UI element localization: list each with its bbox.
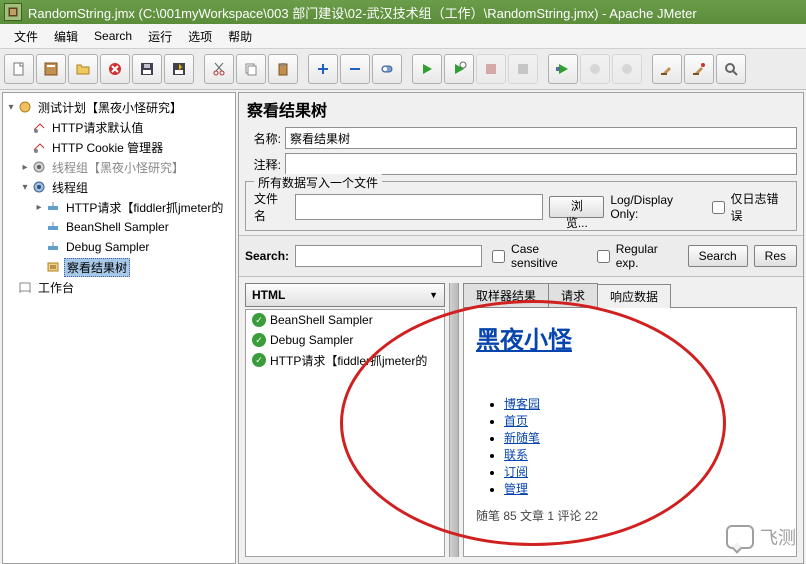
start-notimers-icon[interactable]	[444, 54, 474, 84]
renderer-combo[interactable]: HTML▼	[245, 283, 445, 307]
result-item[interactable]: ✓HTTP请求【fiddler抓jmeter的	[246, 350, 444, 370]
nav-list: 博客园 首页 新随笔 联系 订阅 管理	[476, 395, 784, 497]
menu-options[interactable]: 选项	[180, 26, 220, 47]
result-item[interactable]: ✓Debug Sampler	[246, 330, 444, 350]
menubar: 文件 编辑 Search 运行 选项 帮助	[0, 24, 806, 49]
stop-icon[interactable]	[476, 54, 506, 84]
filename-label: 文件名	[254, 190, 289, 224]
link-item[interactable]: 订阅	[504, 465, 528, 479]
result-tabs: 取样器结果 请求 响应数据	[463, 283, 797, 308]
tab-response[interactable]: 响应数据	[597, 284, 671, 308]
results-tree[interactable]: ✓BeanShell Sampler ✓Debug Sampler ✓HTTP请…	[245, 309, 445, 557]
new-icon[interactable]	[4, 54, 34, 84]
tree-threadgroup-1[interactable]: ▸线程组【黑夜小怪研究】	[5, 157, 233, 177]
copy-icon[interactable]	[236, 54, 266, 84]
tree-beanshell[interactable]: BeanShell Sampler	[5, 217, 233, 237]
open-icon[interactable]	[68, 54, 98, 84]
name-input[interactable]	[285, 127, 797, 149]
search-input[interactable]	[295, 245, 482, 267]
menu-search[interactable]: Search	[86, 27, 140, 45]
name-label: 名称:	[245, 130, 281, 147]
saveas-icon[interactable]	[164, 54, 194, 84]
save-icon[interactable]	[132, 54, 162, 84]
menu-run[interactable]: 运行	[140, 26, 180, 47]
titlebar: RandomString.jmx (C:\001myWorkspace\003 …	[0, 0, 806, 24]
shutdown-icon[interactable]	[508, 54, 538, 84]
find-icon[interactable]	[716, 54, 746, 84]
expand-icon[interactable]	[308, 54, 338, 84]
link-item[interactable]: 首页	[504, 414, 528, 428]
window-title: RandomString.jmx (C:\001myWorkspace\003 …	[28, 3, 697, 22]
menu-help[interactable]: 帮助	[220, 26, 260, 47]
search-row: Search: Case sensitive Regular exp. Sear…	[239, 235, 803, 277]
tab-request[interactable]: 请求	[548, 283, 598, 307]
case-checkbox[interactable]	[492, 250, 505, 263]
app-icon	[4, 3, 22, 21]
search-button[interactable]: Search	[688, 245, 748, 267]
filename-input[interactable]	[295, 194, 543, 220]
splitter-handle[interactable]	[449, 283, 459, 557]
collapse-icon[interactable]	[340, 54, 370, 84]
watermark: 飞测	[726, 524, 796, 550]
tree-root[interactable]: ▾测试计划【黑夜小怪研究】	[5, 97, 233, 117]
response-content[interactable]: 黑夜小怪 博客园 首页 新随笔 联系 订阅 管理 随笔 85 文章 1 评论 2…	[463, 308, 797, 557]
panel-title: 察看结果树	[247, 97, 795, 121]
tree-http-request[interactable]: ▸HTTP请求【fiddler抓jmeter的	[5, 197, 233, 217]
clear-icon[interactable]	[652, 54, 682, 84]
tree-view-results[interactable]: 察看结果树	[5, 257, 233, 277]
templates-icon[interactable]	[36, 54, 66, 84]
comment-input[interactable]	[285, 153, 797, 175]
toolbar	[0, 49, 806, 90]
link-item[interactable]: 博客园	[504, 397, 540, 411]
clearall-icon[interactable]	[684, 54, 714, 84]
paste-icon[interactable]	[268, 54, 298, 84]
success-icon: ✓	[252, 353, 266, 367]
success-icon: ✓	[252, 333, 266, 347]
remote-start-icon[interactable]	[548, 54, 578, 84]
logonly-label: Log/Display Only:	[610, 193, 701, 221]
menu-edit[interactable]: 编辑	[46, 26, 86, 47]
tree-http-defaults[interactable]: HTTP请求默认值	[5, 117, 233, 137]
remote-shutdown-icon[interactable]	[612, 54, 642, 84]
success-icon: ✓	[252, 313, 266, 327]
tree-workbench[interactable]: 工作台	[5, 277, 233, 297]
page-footer: 随笔 85 文章 1 评论 22	[476, 507, 784, 524]
close-icon[interactable]	[100, 54, 130, 84]
link-item[interactable]: 联系	[504, 448, 528, 462]
browse-button[interactable]: 浏览...	[549, 196, 604, 218]
cut-icon[interactable]	[204, 54, 234, 84]
tab-sampler-result[interactable]: 取样器结果	[463, 283, 549, 307]
page-heading: 黑夜小怪	[476, 320, 784, 355]
reset-button[interactable]: Res	[754, 245, 797, 267]
tree-debug[interactable]: Debug Sampler	[5, 237, 233, 257]
chevron-down-icon: ▼	[429, 290, 438, 300]
test-plan-tree[interactable]: ▾测试计划【黑夜小怪研究】 HTTP请求默认值 HTTP Cookie 管理器 …	[2, 92, 236, 564]
search-label: Search:	[245, 249, 289, 263]
menu-file[interactable]: 文件	[6, 26, 46, 47]
tree-cookie-manager[interactable]: HTTP Cookie 管理器	[5, 137, 233, 157]
comment-label: 注释:	[245, 156, 281, 173]
errors-only-checkbox[interactable]	[712, 201, 725, 214]
tree-threadgroup-2[interactable]: ▾线程组	[5, 177, 233, 197]
remote-stop-icon[interactable]	[580, 54, 610, 84]
result-item[interactable]: ✓BeanShell Sampler	[246, 310, 444, 330]
link-item[interactable]: 管理	[504, 482, 528, 496]
chat-icon	[726, 525, 754, 549]
toggle-icon[interactable]	[372, 54, 402, 84]
file-output-group: 所有数据写入一个文件 文件名 浏览... Log/Display Only: 仅…	[245, 181, 797, 231]
main-panel: 察看结果树 名称: 注释: 所有数据写入一个文件 文件名 浏览... Log/D…	[238, 92, 804, 564]
regex-checkbox[interactable]	[597, 250, 610, 263]
link-item[interactable]: 新随笔	[504, 431, 540, 445]
start-icon[interactable]	[412, 54, 442, 84]
